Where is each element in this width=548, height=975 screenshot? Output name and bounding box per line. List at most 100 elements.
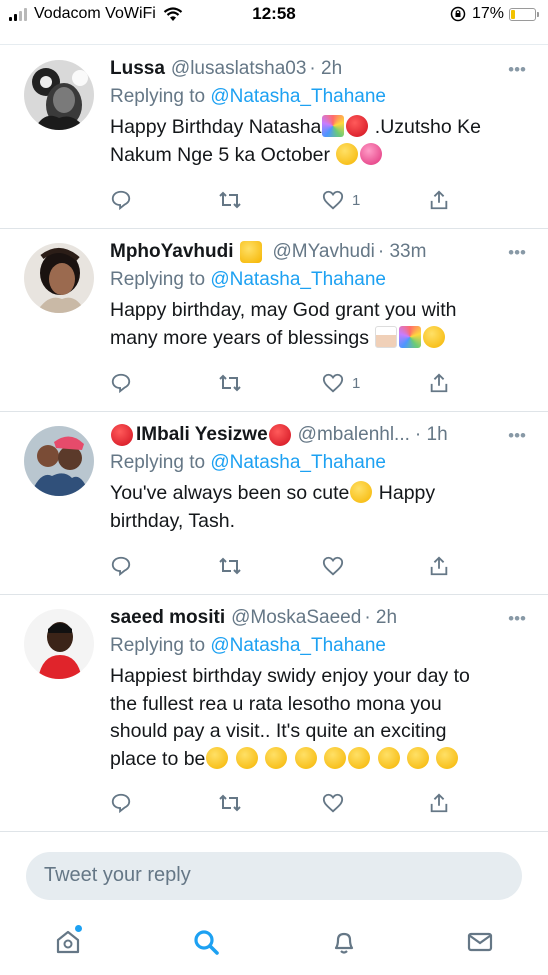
party-popper-emoji (399, 325, 422, 348)
replying-to: Replying to @Natasha_Thahane (110, 84, 526, 110)
hibiscus-emoji (111, 424, 133, 446)
like-button[interactable] (322, 792, 344, 814)
tweet[interactable]: saeed mositi @MoskaSaeed · 2h ••• Replyi… (0, 595, 548, 832)
more-options-icon[interactable]: ••• (508, 426, 526, 446)
mention-link[interactable]: @Natasha_Thahane (210, 269, 386, 290)
display-name[interactable]: IMbali Yesizwe (136, 422, 268, 448)
hugging-face-emoji (324, 746, 347, 769)
tweet-text-line: Happiest birthday swidy enjoy your day t… (110, 665, 470, 687)
user-handle[interactable]: @mbalenhl... (298, 422, 410, 448)
tweet-text: Happiest birthday swidy enjoy your day t… (110, 663, 526, 773)
tweet-text-line: .Uzutsho Ke (369, 116, 482, 138)
avatar[interactable] (24, 609, 94, 679)
hugging-face-emoji (235, 746, 258, 769)
replying-prefix: Replying to (110, 86, 206, 107)
reply-button[interactable] (110, 792, 132, 814)
tweet[interactable]: Lussa @lusaslatsha03 · 2h ••• Replying t… (0, 46, 548, 229)
tweet-text-line: many more years of blessings (110, 326, 370, 349)
party-popper-emoji (322, 115, 345, 137)
avatar[interactable] (24, 426, 94, 496)
like-button[interactable]: 1 (322, 189, 360, 211)
share-button[interactable] (428, 792, 450, 814)
tweet-text: Happy Birthday Natasha .Uzutsho Ke Nakum… (110, 114, 526, 169)
hugging-face-emoji (265, 746, 288, 769)
heart-icon (322, 556, 344, 576)
tweet-text: You've always been so cute Happy birthda… (110, 480, 526, 535)
tweet-text-line: Happy (373, 482, 436, 504)
reply-icon (111, 793, 131, 814)
mention-link[interactable]: @Natasha_Thahane (210, 86, 386, 107)
retweet-icon (219, 794, 241, 812)
tweet[interactable]: IMbali Yesizwe @mbalenhl... · 1h ••• Rep… (0, 412, 548, 595)
share-button[interactable] (428, 372, 450, 394)
reply-icon (111, 556, 131, 577)
more-options-icon[interactable]: ••• (508, 243, 526, 263)
nav-messages[interactable] (466, 928, 494, 961)
tweet-actions: 1 (110, 372, 450, 398)
hugging-face-emoji (294, 746, 317, 769)
heart-icon (322, 373, 344, 393)
retweet-button[interactable] (218, 555, 242, 577)
reply-icon (111, 373, 131, 394)
heart-icon (322, 793, 344, 813)
bottom-nav (0, 912, 548, 975)
more-options-icon[interactable]: ••• (508, 60, 526, 80)
display-name[interactable]: MphoYavhudi (110, 239, 234, 265)
composer-placeholder[interactable]: Tweet your reply (44, 864, 191, 887)
replying-to: Replying to @Natasha_Thahane (110, 450, 526, 476)
like-button[interactable] (322, 555, 344, 577)
tweet-divider (0, 831, 548, 832)
display-name[interactable]: Lussa (110, 56, 165, 82)
reply-composer[interactable]: Tweet your reply (26, 852, 522, 900)
two-hearts-emoji (360, 142, 383, 165)
nav-notifications[interactable] (330, 928, 358, 961)
kissing-face-emoji (436, 746, 459, 769)
retweet-button[interactable] (218, 792, 242, 814)
share-button[interactable] (428, 189, 450, 211)
retweet-button[interactable] (218, 189, 242, 211)
woman-emoji (239, 241, 262, 263)
tweet-actions (110, 792, 450, 818)
user-handle[interactable]: @lusaslatsha03 (171, 56, 306, 82)
header-divider (0, 44, 548, 45)
like-button[interactable]: 1 (322, 372, 360, 394)
tweet-text: Happy birthday, may God grant you with m… (110, 297, 526, 352)
share-button[interactable] (428, 555, 450, 577)
replying-to: Replying to @Natasha_Thahane (110, 267, 526, 293)
avatar[interactable] (24, 60, 94, 130)
reply-button[interactable] (110, 189, 132, 211)
reply-button[interactable] (110, 372, 132, 394)
hugging-face-emoji (206, 746, 229, 769)
mention-link[interactable]: @Natasha_Thahane (210, 635, 386, 656)
tweet-time: · 1h (414, 424, 448, 445)
replying-to: Replying to @Natasha_Thahane (110, 633, 526, 659)
tweet-text-line: place to be (110, 747, 206, 770)
tweet[interactable]: MphoYavhudi @MYavhudi · 33m ••• Replying… (0, 229, 548, 412)
reply-icon (111, 190, 131, 211)
search-icon (194, 930, 219, 955)
battery-percent: 17% (471, 5, 504, 22)
replying-prefix: Replying to (110, 269, 206, 290)
user-handle[interactable]: @MYavhudi (273, 239, 375, 265)
hibiscus-emoji (268, 424, 291, 446)
share-icon (430, 793, 448, 813)
rotation-lock-icon (450, 6, 466, 22)
user-handle[interactable]: @MoskaSaeed (231, 605, 361, 631)
share-icon (430, 190, 448, 210)
tweet-text-line: You've always been so cute (110, 482, 350, 504)
mention-link[interactable]: @Natasha_Thahane (210, 452, 386, 473)
hugging-face-emoji (336, 142, 359, 165)
avatar[interactable] (24, 243, 94, 313)
reply-button[interactable] (110, 555, 132, 577)
tweet-text-line: birthday, Tash. (110, 509, 236, 532)
tweet-actions (110, 555, 450, 581)
retweet-button[interactable] (218, 372, 242, 394)
battery-icon (509, 7, 539, 21)
kissing-face-emoji (406, 746, 429, 769)
display-name[interactable]: saeed mositi (110, 605, 225, 631)
more-options-icon[interactable]: ••• (508, 609, 526, 629)
tweet-time: · 2h (309, 58, 343, 79)
nav-search[interactable] (192, 928, 220, 961)
tweet-text-line: Happy Birthday Natasha (110, 116, 322, 138)
nav-home[interactable] (54, 925, 82, 961)
